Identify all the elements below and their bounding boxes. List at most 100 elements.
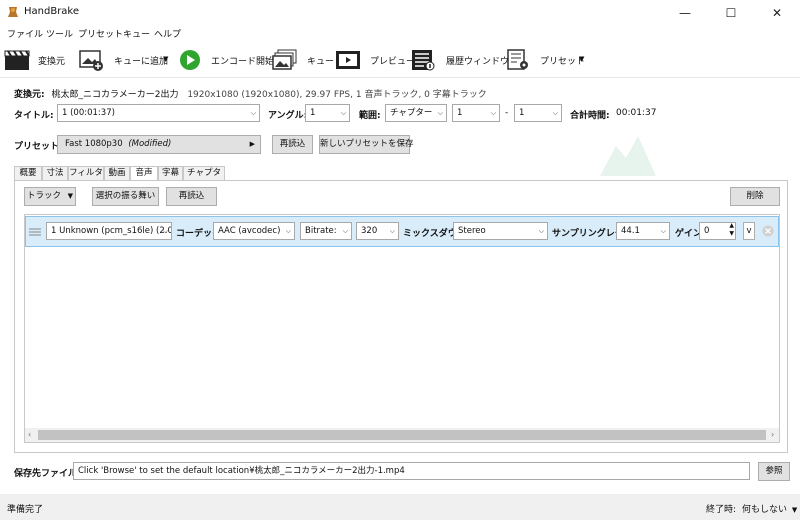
remove-track-icon[interactable] — [762, 225, 774, 237]
chevron-down-icon: ⌵ — [340, 109, 346, 117]
menu-tools[interactable]: ツール — [46, 27, 73, 40]
title-bar: HandBrake — ☐ ✕ — [0, 0, 800, 25]
tracks-button[interactable]: トラック ▼ — [24, 187, 76, 206]
preview-icon[interactable] — [335, 48, 361, 72]
chevron-down-icon: ⌵ — [552, 109, 558, 117]
handbrake-app-icon — [6, 5, 20, 19]
source-button-label[interactable]: 変換元 — [38, 54, 65, 67]
clapperboard-icon[interactable] — [4, 48, 30, 72]
chevron-down-icon: ⌵ — [250, 109, 256, 117]
minimize-button[interactable]: — — [662, 0, 708, 25]
when-done-value: 何もしない — [742, 505, 788, 515]
audio-reload-button[interactable]: 再読込 — [166, 187, 217, 206]
start-encode-label[interactable]: エンコード開始 — [211, 54, 274, 67]
bitrate-select[interactable]: 320 ⌵ — [356, 222, 399, 240]
drag-handle-icon[interactable] — [29, 227, 41, 237]
tab-filters[interactable]: フィルタ — [68, 166, 104, 180]
add-to-queue-dropdown-icon[interactable]: ▼ — [163, 55, 168, 63]
range-end-select[interactable]: 1 ⌵ — [514, 104, 562, 122]
activity-log-icon[interactable] — [410, 48, 436, 72]
audio-source-select[interactable]: 1 Unknown (pcm_s16le) (2.0 ⌵ — [46, 222, 172, 240]
range-label: 範囲: — [359, 111, 381, 121]
menu-file[interactable]: ファイル — [7, 27, 43, 40]
scroll-left-icon[interactable]: ‹ — [28, 430, 31, 439]
toolbar: 変換元 キューに追加 ▼ エンコード開始 キュー プレビュー 履歴ウィンドウ プ… — [0, 42, 800, 78]
handbrake-watermark-icon — [598, 118, 658, 178]
range-start-value: 1 — [457, 108, 463, 118]
queue-icon[interactable] — [272, 48, 298, 72]
gain-label: ゲイン — [675, 229, 702, 239]
source-name: 桃太郎_ニコカラメーカー2出力 — [51, 90, 179, 100]
mixdown-value: Stereo — [458, 226, 486, 236]
samplerate-select[interactable]: 44.1 ⌵ — [616, 222, 670, 240]
menu-queue[interactable]: キュー — [123, 27, 150, 40]
mixdown-select[interactable]: Stereo ⌵ — [453, 222, 548, 240]
preset-label: プリセット: — [14, 142, 63, 152]
range-type-select[interactable]: チャプター ⌵ — [385, 104, 447, 122]
tab-video[interactable]: 動画 — [104, 166, 130, 180]
title-label: タイトル: — [14, 111, 54, 121]
gain-value: 0 — [704, 226, 710, 236]
add-to-queue-label[interactable]: キューに追加 — [114, 54, 168, 67]
browse-button[interactable]: 参照 — [758, 462, 790, 481]
destination-path-field[interactable]: Click 'Browse' to set the default locati… — [73, 462, 750, 480]
tab-summary[interactable]: 概要 — [14, 166, 42, 180]
destination-label: 保存先ファイル: — [14, 469, 81, 479]
add-to-queue-icon[interactable] — [78, 48, 104, 72]
preset-modified: (Modified) — [128, 139, 172, 149]
duration-label: 合計時間: — [570, 111, 610, 121]
source-details: 1920x1080 (1920x1080), 29.97 FPS, 1 音声トラ… — [187, 90, 487, 100]
save-new-preset-button[interactable]: 新しいプリセットを保存 — [319, 135, 414, 154]
menu-bar: ファイル ツール プリセット キュー ヘルプ — [0, 25, 800, 42]
menu-presets[interactable]: プリセット — [78, 27, 123, 40]
selection-behavior-button[interactable]: 選択の振る舞い — [92, 187, 159, 206]
more-settings-button[interactable]: v — [743, 222, 755, 240]
audio-source-value: 1 Unknown (pcm_s16le) (2.0 — [51, 226, 172, 236]
title-select[interactable]: 1 (00:01:37) ⌵ — [57, 104, 260, 122]
scrollbar-thumb[interactable] — [38, 430, 766, 440]
scroll-right-icon[interactable]: › — [771, 430, 774, 439]
maximize-button[interactable]: ☐ — [708, 0, 754, 25]
bitrate-mode-select[interactable]: Bitrate: ⌵ — [300, 222, 352, 240]
when-done-select[interactable]: 何もしない ▼ — [742, 502, 797, 515]
chevron-right-icon: ▶ — [249, 140, 255, 148]
preset-selector[interactable]: Fast 1080p30 (Modified) ▶ — [57, 135, 261, 154]
status-bar: 準備完了 終了時: 何もしない ▼ — [0, 494, 800, 520]
range-start-select[interactable]: 1 ⌵ — [452, 104, 500, 122]
duration-value: 00:01:37 — [616, 108, 657, 118]
preview-label[interactable]: プレビュー — [370, 54, 415, 67]
chevron-down-icon: ⌵ — [490, 109, 496, 117]
angle-label: アングル: — [268, 111, 308, 121]
codec-select[interactable]: AAC (avcodec) ⌵ — [213, 222, 295, 240]
chevron-down-icon: ⌵ — [285, 227, 291, 235]
angle-select-value: 1 — [310, 108, 316, 118]
codec-value: AAC (avcodec) — [218, 226, 281, 236]
bitrate-value: 320 — [361, 226, 378, 236]
tab-audio[interactable]: 音声 — [130, 166, 158, 181]
delete-button[interactable]: 削除 — [730, 187, 780, 206]
close-button[interactable]: ✕ — [754, 0, 800, 25]
range-end-value: 1 — [519, 108, 525, 118]
start-encode-icon[interactable] — [177, 48, 203, 72]
presets-dropdown-icon[interactable]: ▼ — [579, 55, 584, 63]
source-info: 変換元: 桃太郎_ニコカラメーカー2出力 1920x1080 (1920x108… — [14, 87, 487, 100]
preset-value: Fast 1080p30 — [65, 139, 123, 149]
presets-gear-icon[interactable] — [505, 48, 531, 72]
audio-track-list — [24, 214, 780, 443]
queue-label[interactable]: キュー — [307, 54, 334, 67]
activity-window-label[interactable]: 履歴ウィンドウ — [446, 54, 509, 67]
stepper-arrows-icon[interactable]: ▲ ▼ — [729, 223, 734, 238]
tab-subtitles[interactable]: 字幕 — [158, 166, 183, 180]
tab-chapters[interactable]: チャプター — [183, 166, 225, 190]
range-dash: - — [505, 108, 509, 118]
window-title: HandBrake — [24, 6, 80, 17]
preset-reload-button[interactable]: 再読込 — [272, 135, 313, 154]
chevron-down-icon: ⌵ — [162, 227, 168, 235]
chevron-down-icon: ▼ — [791, 506, 798, 514]
chevron-down-icon: ⌵ — [437, 109, 443, 117]
tab-dimensions[interactable]: 寸法 — [42, 166, 68, 180]
gain-stepper[interactable]: 0 ▲ ▼ — [699, 222, 736, 240]
angle-select[interactable]: 1 ⌵ — [305, 104, 350, 122]
title-select-value: 1 (00:01:37) — [62, 108, 115, 118]
menu-help[interactable]: ヘルプ — [154, 27, 181, 40]
